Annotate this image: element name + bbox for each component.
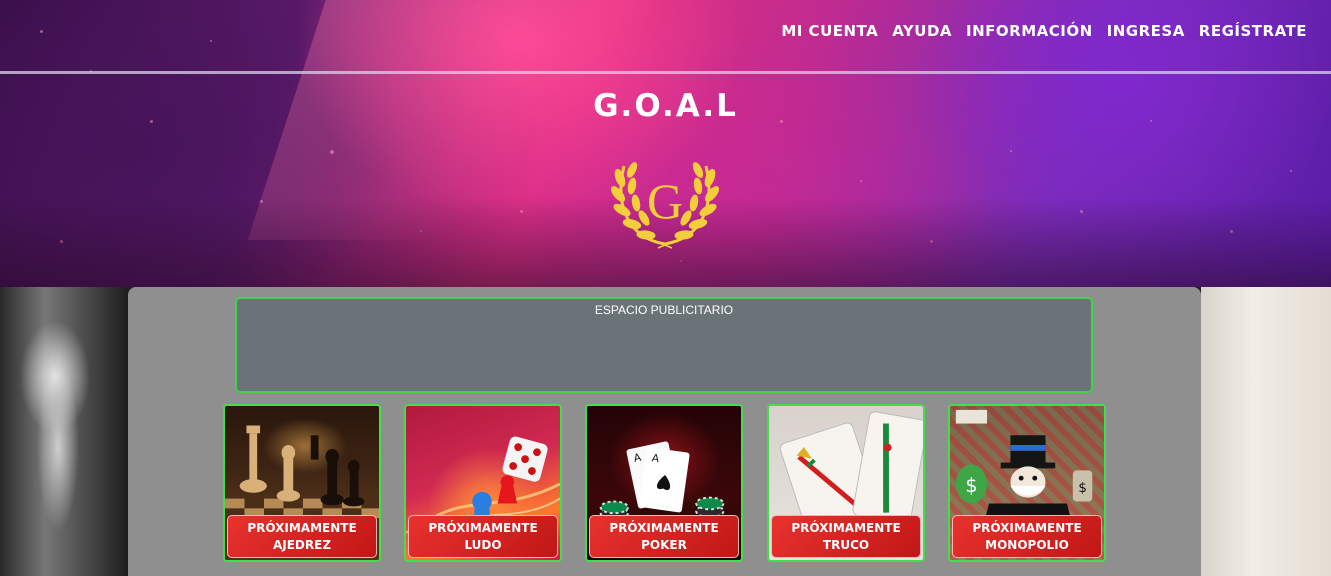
nav-divider [0,71,1331,74]
chess-piece-background [0,287,128,576]
nav-informacion[interactable]: INFORMACIÓN [966,22,1093,40]
game-label-ludo: PRÓXIMAMENTE LUDO [408,515,558,558]
game-card-ajedrez[interactable]: PRÓXIMAMENTE AJEDREZ [223,404,381,562]
ad-space-label: ESPACIO PUBLICITARIO [594,303,734,317]
nav-ingresa[interactable]: INGRESA [1107,22,1185,40]
laurel-logo-icon[interactable]: G [610,148,720,250]
game-label-poker: PRÓXIMAMENTE POKER [589,515,739,558]
nav-ayuda[interactable]: AYUDA [892,22,952,40]
game-card-ludo[interactable]: PRÓXIMAMENTE LUDO [404,404,562,562]
nav-registrate[interactable]: REGÍSTRATE [1199,22,1307,40]
ad-space[interactable]: ESPACIO PUBLICITARIO [235,297,1093,393]
game-label-truco: PRÓXIMAMENTE TRUCO [771,515,921,558]
site-title: G.O.A.L [593,88,738,124]
game-label-monopolio: PRÓXIMAMENTE MONOPOLIO [952,515,1102,558]
game-label-ajedrez: PRÓXIMAMENTE AJEDREZ [227,515,377,558]
svg-text:$: $ [965,474,977,497]
svg-text:G: G [647,173,683,229]
hero-banner: MI CUENTA AYUDA INFORMACIÓN INGRESA REGÍ… [0,0,1331,287]
right-background [1201,287,1331,576]
game-card-monopolio[interactable]: $ $ PRÓXIMAMENTE MONOPOLIO [948,404,1106,562]
game-card-truco[interactable]: PRÓXIMAMENTE TRUCO [767,404,925,562]
top-nav: MI CUENTA AYUDA INFORMACIÓN INGRESA REGÍ… [781,22,1307,40]
svg-text:$: $ [1078,480,1087,496]
nav-mi-cuenta[interactable]: MI CUENTA [781,22,878,40]
game-card-poker[interactable]: A A PRÓXIMAMENTE POKER [585,404,743,562]
